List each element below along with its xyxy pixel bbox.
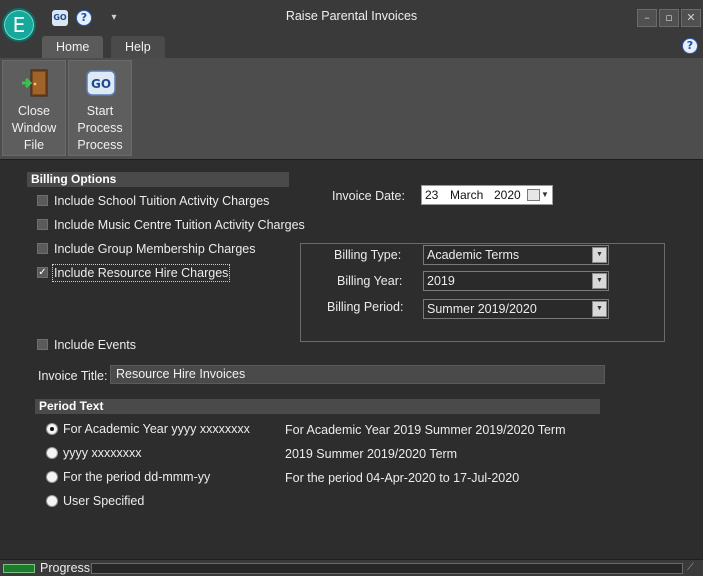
ribbon-help-icon[interactable]: ? <box>682 38 698 54</box>
start-process-label: Start Process Process <box>77 104 123 152</box>
maximize-button[interactable]: ▫ <box>659 9 679 27</box>
status-bar: Progress ⟋ <box>0 559 703 576</box>
ribbon-tab-bar: Home Help ? <box>0 34 703 58</box>
chevron-down-icon[interactable]: ▼ <box>592 247 607 263</box>
window-title: Raise Parental Invoices <box>285 9 418 23</box>
close-window-file-button[interactable]: Close Window File <box>2 60 66 156</box>
period-text-heading: Period Text <box>35 399 600 414</box>
checkbox-box[interactable] <box>37 219 48 230</box>
billing-year-select[interactable]: 2019 ▼ <box>423 271 609 291</box>
progress-status-icon <box>3 564 35 573</box>
billing-period-select[interactable]: Summer 2019/2020 ▼ <box>423 299 609 319</box>
app-menu-orb[interactable]: E <box>2 8 36 42</box>
minimize-button[interactable]: – <box>637 9 657 27</box>
chevron-down-icon[interactable]: ▼ <box>592 273 607 289</box>
period-preview-academic-year: For Academic Year 2019 Summer 2019/2020 … <box>285 423 566 437</box>
start-process-button[interactable]: GO Start Process Process <box>68 60 132 156</box>
checkbox-box[interactable] <box>37 339 48 350</box>
radio-button[interactable] <box>46 447 58 459</box>
invoice-title-input[interactable]: Resource Hire Invoices <box>110 365 605 384</box>
invoice-date-label: Invoice Date: <box>332 189 405 203</box>
invoice-date-picker[interactable]: 23 March 2020 ▼ <box>421 185 553 205</box>
checkmark-icon[interactable]: ✓ <box>37 267 48 278</box>
close-window-button[interactable]: ✕ <box>681 9 701 27</box>
billing-type-label: Billing Type: <box>334 248 402 262</box>
billing-year-label: Billing Year: <box>337 274 403 288</box>
tab-help[interactable]: Help <box>111 36 165 58</box>
svg-text:GO: GO <box>91 77 111 91</box>
calendar-icon[interactable] <box>527 189 540 201</box>
period-preview-yyyy: 2019 Summer 2019/2020 Term <box>285 447 458 461</box>
title-bar: GO ? ▾ Raise Parental Invoices – ▫ ✕ <box>0 0 703 34</box>
door-exit-icon <box>22 69 48 97</box>
resize-grip-icon[interactable]: ⟋ <box>687 562 694 573</box>
radio-button[interactable] <box>46 495 58 507</box>
checkbox-box[interactable] <box>37 243 48 254</box>
checkbox-box[interactable] <box>37 195 48 206</box>
billing-options-heading: Billing Options <box>27 172 289 187</box>
progress-label: Progress <box>40 561 91 575</box>
radio-button[interactable] <box>46 471 58 483</box>
invoice-title-label: Invoice Title: <box>38 369 108 383</box>
date-day[interactable]: 23 <box>425 186 438 204</box>
billing-type-select[interactable]: Academic Terms ▼ <box>423 245 609 265</box>
close-window-file-label: Close Window File <box>11 104 57 152</box>
chevron-down-icon[interactable]: ▼ <box>541 186 549 204</box>
go-icon: GO <box>86 70 116 96</box>
tab-home[interactable]: Home <box>42 36 104 58</box>
ribbon-panel: Close Window File GO Start Process Proce… <box>0 58 703 160</box>
progress-bar <box>91 563 683 574</box>
date-year[interactable]: 2020 <box>494 186 521 204</box>
radio-button[interactable] <box>46 423 58 435</box>
billing-period-label: Billing Period: <box>327 300 404 314</box>
date-month[interactable]: March <box>450 186 483 204</box>
chevron-down-icon[interactable]: ▼ <box>592 301 607 317</box>
period-preview-dates: For the period 04-Apr-2020 to 17-Jul-202… <box>285 471 520 485</box>
